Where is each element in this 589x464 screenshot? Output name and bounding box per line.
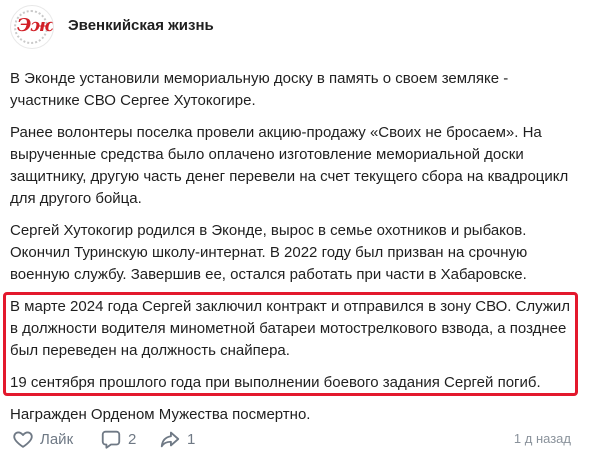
post-paragraph-highlighted: 19 сентября прошлого года при выполнении… (10, 374, 541, 391)
share-arrow-icon (160, 431, 180, 448)
comments-count: 2 (128, 430, 137, 448)
shares-count: 1 (187, 430, 196, 448)
share-button[interactable]: 1 (159, 426, 195, 452)
post-header: Эж Эвенкийская жизнь (0, 0, 589, 56)
heart-icon (13, 431, 33, 448)
avatar-logo-text: Эж (17, 15, 53, 36)
comment-icon (101, 430, 121, 449)
post-paragraph: Сергей Хутокогир родился в Эконде, вырос… (10, 222, 528, 283)
like-button[interactable]: Лайк (12, 426, 73, 452)
post-timestamp[interactable]: 1 д назад (514, 431, 571, 446)
group-name-link[interactable]: Эвенкийская жизнь (68, 17, 214, 34)
post-paragraph: В Эконде установили мемориальную доску в… (10, 70, 509, 109)
like-label: Лайк (40, 430, 74, 448)
post-paragraph: Награжден Орденом Мужества посмертно. (10, 406, 311, 423)
post-text: В Эконде установили мемориальную доску в… (10, 68, 582, 436)
comment-button[interactable]: 2 (100, 426, 136, 452)
post-footer: Лайк 2 1 1 д назад (0, 424, 589, 454)
group-avatar[interactable]: Эж (10, 5, 54, 49)
post-paragraph-highlighted: В марте 2024 года Сергей заключил контра… (10, 298, 570, 359)
post-paragraph: Ранее волонтеры поселка провели акцию-пр… (10, 124, 569, 207)
